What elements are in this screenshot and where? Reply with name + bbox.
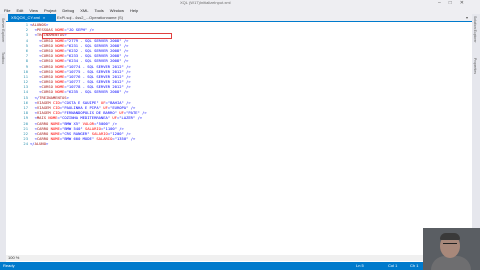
status-char: Ch 1 [410,263,419,268]
chevron-down-icon[interactable]: ▾ [466,14,468,21]
menu-window[interactable]: Window [110,8,124,13]
tab-solution-explorer[interactable]: Solution Explorer [473,16,479,48]
tab-xsqox-cy-xml[interactable]: XSQOX_CY.xml × [8,14,56,21]
menu-project[interactable]: Project [44,8,56,13]
highlight-box [42,33,172,39]
code-editor[interactable]: 1 2 3 4 5 6 7 8 9 10 11 12 13 14 15 16 17 18 19 20 21 22 23 24 … [6,21,472,256]
tab-expl-sql[interactable]: ExPl.sql - 4ss2_...Operationname (S) [54,14,123,21]
zoom-level[interactable]: 100 % [8,255,19,261]
menu-xml[interactable]: XML [80,8,88,13]
menu-tools[interactable]: Tools [94,8,103,13]
code-area[interactable]: <ALUNOS> <PESSOAS NOME="JO SEPH" /> <TRE… [30,22,147,147]
presenter-hair [440,233,460,240]
status-ready: Ready [3,263,15,268]
menu-help[interactable]: Help [130,8,138,13]
menu-bar: File Edit View Project Debug XML Tools W… [0,6,480,14]
line-number-gutter: 1 2 3 4 5 6 7 8 9 10 11 12 13 14 15 16 17 18 19 20 21 22 23 24 [20,22,28,147]
code-line[interactable]: </ALUNO> [30,141,147,146]
document-tabs: XSQOX_CY.xml × ExPl.sql - 4ss2_...Operati… [6,14,472,21]
status-line: Ln 5 [356,263,364,268]
status-column: Col 1 [388,263,398,268]
presenter-body [431,256,471,270]
close-tab-icon[interactable]: × [43,15,45,20]
horizontal-scrollbar[interactable]: 100 % [6,255,472,261]
menu-edit[interactable]: Edit [16,8,23,13]
line-number: 24 [23,141,28,147]
presenter-glasses [443,243,457,247]
menu-view[interactable]: View [29,8,38,13]
menu-debug[interactable]: Debug [62,8,74,13]
menu-file[interactable]: File [4,8,10,13]
status-bar: Ready Ln 5 Col 1 Ch 1 [0,262,480,270]
webcam-overlay [423,228,480,270]
right-tool-strip: Solution Explorer Properties [472,14,480,262]
tab-properties[interactable]: Properties [473,58,479,79]
